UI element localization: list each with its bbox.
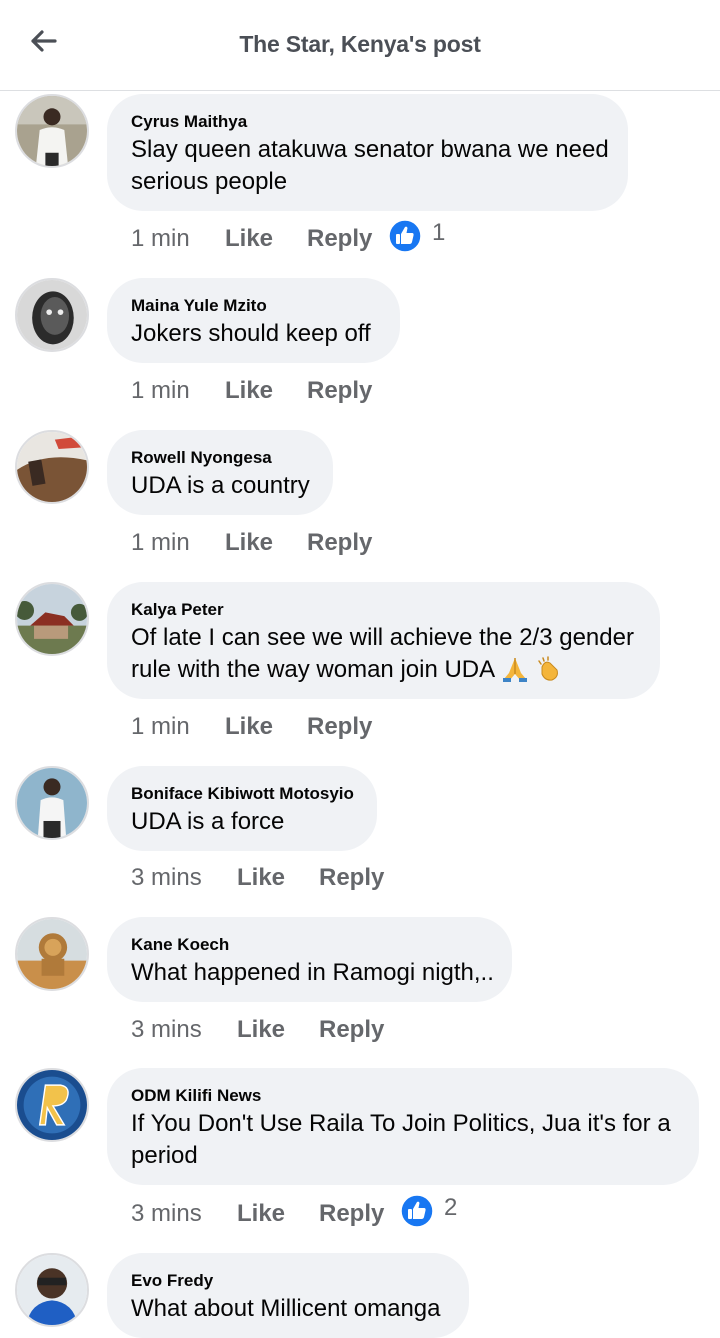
comment-author[interactable]: Evo Fredy [131,1271,213,1291]
avatar[interactable] [15,1068,89,1142]
comment-text-line: UDA is a country [131,472,310,499]
post-header: The Star, Kenya's post [0,0,720,91]
avatar[interactable] [15,766,89,840]
avatar[interactable] [15,582,89,656]
comment-author[interactable]: Boniface Kibiwott Motosyio [131,784,354,804]
reply-button[interactable]: Reply [319,1016,384,1044]
like-button[interactable]: Like [237,864,285,892]
comment-text: If You Don't Use Raila To Join Politics,… [131,1108,671,1172]
avatar[interactable] [15,1253,89,1327]
folded-hands-emoji [502,658,527,682]
reply-button[interactable]: Reply [307,377,372,405]
like-button[interactable]: Like [237,1200,285,1228]
comment-text: Slay queen atakuwa senator bwana we need… [131,134,609,198]
comment-author[interactable]: ODM Kilifi News [131,1086,261,1106]
comment-time[interactable]: 1 min [131,225,190,253]
reply-button[interactable]: Reply [307,529,372,557]
comment-text-line-with-emoji: rule with the way woman join UDA [131,654,634,686]
comment-bubble: Rowell Nyongesa UDA is a country [107,430,333,515]
reply-button[interactable]: Reply [319,1200,384,1228]
comment-time[interactable]: 3 mins [131,864,202,892]
comment-text: Of late I can see we will achieve the 2/… [131,622,634,686]
avatar[interactable] [15,278,89,352]
comment-text: What happened in Ramogi nigth,.. [131,957,494,989]
reply-button[interactable]: Reply [307,713,372,741]
comment-text-line: rule with the way woman join UDA [131,656,494,683]
comment-author[interactable]: Rowell Nyongesa [131,448,272,468]
comment-text-line: Slay queen atakuwa senator bwana we need [131,136,609,163]
comment-text-line: Jokers should keep off [131,320,371,347]
like-button[interactable]: Like [225,225,273,253]
comment-author[interactable]: Kalya Peter [131,600,224,620]
comment-bubble: Kalya Peter Of late I can see we will ac… [107,582,660,699]
comment-text-line: What happened in Ramogi nigth,.. [131,959,494,986]
reaction-count[interactable]: 1 [432,219,445,247]
comment-text-line: What about Millicent omanga [131,1295,441,1322]
comment-bubble: Evo Fredy What about Millicent omanga [107,1253,469,1338]
like-button[interactable]: Like [237,1016,285,1044]
like-reaction-icon[interactable] [400,1194,434,1228]
like-button[interactable]: Like [225,377,273,405]
like-button[interactable]: Like [225,529,273,557]
avatar[interactable] [15,94,89,168]
comment-bubble: Maina Yule Mzito Jokers should keep off [107,278,400,363]
comment-time[interactable]: 3 mins [131,1200,202,1228]
comment-time[interactable]: 1 min [131,713,190,741]
reply-button[interactable]: Reply [307,225,372,253]
comment-text: What about Millicent omanga [131,1293,441,1325]
comment-text: UDA is a force [131,806,284,838]
comment-text-line: UDA is a force [131,808,285,835]
comment-time[interactable]: 1 min [131,377,190,405]
reply-button[interactable]: Reply [319,864,384,892]
comment-bubble: ODM Kilifi News If You Don't Use Raila T… [107,1068,699,1185]
comment-author[interactable]: Kane Koech [131,935,229,955]
comment-author[interactable]: Maina Yule Mzito [131,296,267,316]
comment-text-line: period [131,1142,198,1169]
like-button[interactable]: Like [225,713,273,741]
avatar[interactable] [15,430,89,504]
like-reaction-icon[interactable] [388,219,422,253]
reaction-count[interactable]: 2 [444,1194,457,1222]
comment-bubble: Boniface Kibiwott Motosyio UDA is a forc… [107,766,377,851]
comment-text-line: If You Don't Use Raila To Join Politics,… [131,1110,671,1137]
page-title: The Star, Kenya's post [239,31,481,57]
comment-text: Jokers should keep off [131,318,371,350]
comment-text-line: Of late I can see we will achieve the 2/… [131,624,634,651]
comment-author[interactable]: Cyrus Maithya [131,112,247,132]
comment-text-line: serious people [131,168,288,195]
avatar[interactable] [15,917,89,991]
comment-bubble: Kane Koech What happened in Ramogi nigth… [107,917,512,1002]
clapping-hands-emoji [538,656,559,681]
comment-bubble: Cyrus Maithya Slay queen atakuwa senator… [107,94,628,211]
comment-text: UDA is a country [131,470,310,502]
comment-time[interactable]: 1 min [131,529,190,557]
comment-time[interactable]: 3 mins [131,1016,202,1044]
